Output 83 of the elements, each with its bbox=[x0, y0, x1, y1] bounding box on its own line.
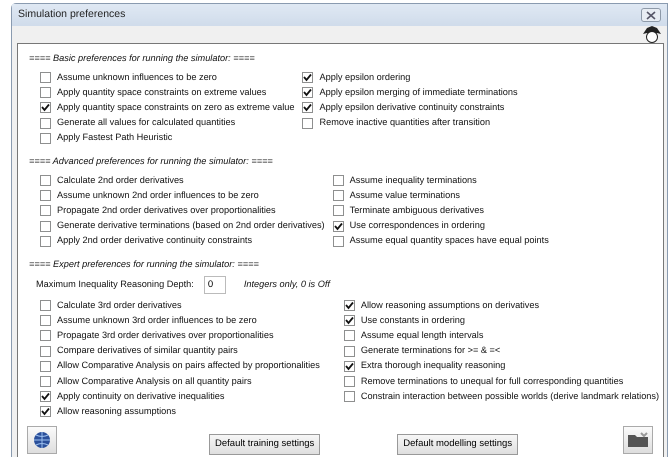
checkbox[interactable] bbox=[40, 346, 51, 357]
checkbox-label[interactable]: Assume inequality terminations bbox=[350, 174, 477, 188]
checkbox[interactable] bbox=[40, 376, 51, 387]
checkbox[interactable] bbox=[40, 72, 51, 84]
checkbox-label[interactable]: Assume equal length intervals bbox=[360, 328, 484, 343]
checkbox[interactable] bbox=[302, 118, 314, 129]
checkbox[interactable] bbox=[40, 87, 51, 98]
checkbox-label[interactable]: Remove inactive quantities after transition bbox=[319, 116, 490, 130]
checkbox-label[interactable]: Propagate 3rd order derivatives over proportionalities bbox=[57, 328, 274, 343]
folder-icon bbox=[627, 432, 649, 448]
checkbox-label[interactable]: Apply quantity space constraints on zero as extreme value bbox=[57, 101, 294, 115]
checkbox-label[interactable]: Extra thorough inequality reasoning bbox=[360, 359, 506, 374]
checkbox[interactable] bbox=[332, 175, 344, 186]
checkbox-label[interactable]: Allow Comparative Analysis on pairs affected by proportionalities bbox=[57, 359, 320, 374]
checkbox[interactable] bbox=[40, 391, 51, 402]
checkbox-label[interactable]: Constrain interaction between possible worlds (derive landmark relations) bbox=[360, 390, 660, 404]
checkbox-label[interactable]: Allow reasoning assumptions on derivatives bbox=[360, 298, 540, 312]
checkbox[interactable] bbox=[40, 360, 51, 372]
checkbox[interactable] bbox=[332, 236, 344, 247]
checkbox[interactable] bbox=[40, 406, 51, 418]
checkbox[interactable] bbox=[332, 190, 344, 202]
checkbox-label[interactable]: Assume unknown 3rd order influences to be zero bbox=[57, 314, 257, 328]
checkbox-label[interactable]: Terminate ambiguous derivatives bbox=[350, 204, 484, 218]
section-heading: ==== Expert preferences for running the simulator: ==== bbox=[29, 258, 260, 271]
checkbox[interactable] bbox=[344, 315, 355, 326]
checkbox[interactable] bbox=[344, 360, 355, 372]
globe-icon bbox=[33, 431, 51, 450]
checkbox[interactable] bbox=[344, 391, 355, 402]
folder-button[interactable] bbox=[623, 426, 653, 454]
checkbox[interactable] bbox=[332, 220, 344, 232]
field-label: Maximum Inequality Reasoning Depth: bbox=[36, 278, 194, 291]
checkbox-label[interactable]: Use correspondences in ordering bbox=[350, 219, 485, 233]
close-icon bbox=[646, 10, 656, 20]
checkbox[interactable] bbox=[40, 102, 51, 114]
checkbox[interactable] bbox=[40, 118, 51, 129]
checkbox-label[interactable]: Apply epsilon merging of immediate terminations bbox=[319, 86, 518, 100]
checkbox-label[interactable]: Propagate 2nd order derivatives over proportionalities bbox=[57, 204, 276, 218]
section-heading: ==== Advanced preferences for running the simulator: ==== bbox=[29, 154, 274, 168]
checkbox[interactable] bbox=[344, 376, 355, 387]
checkbox-label[interactable]: Apply 2nd order derivative continuity constraints bbox=[57, 234, 252, 248]
checkbox-label[interactable]: Allow Comparative Analysis on all quantity pairs bbox=[57, 374, 252, 388]
checkbox[interactable] bbox=[40, 132, 51, 144]
checkbox[interactable] bbox=[40, 236, 51, 247]
checkbox-label[interactable]: Remove terminations to unequal for full corresponding quantities bbox=[360, 374, 624, 388]
checkbox[interactable] bbox=[344, 330, 355, 342]
checkbox[interactable] bbox=[302, 72, 314, 84]
checkbox-label[interactable]: Generate terminations for >= & =< bbox=[360, 344, 500, 358]
checkbox-label[interactable]: Compare derivatives of similar quantity pairs bbox=[57, 344, 238, 358]
section-heading: ==== Basic preferences for running the simulator: ==== bbox=[29, 52, 256, 65]
checkbox-label[interactable]: Apply epsilon ordering bbox=[319, 70, 410, 84]
checkbox-label[interactable]: Apply epsilon derivative continuity constraints bbox=[319, 101, 504, 115]
checkbox-label[interactable]: Apply Fastest Path Heuristic bbox=[57, 131, 172, 146]
checkbox[interactable] bbox=[302, 87, 314, 98]
checkbox[interactable] bbox=[40, 220, 51, 232]
checkbox[interactable] bbox=[40, 175, 51, 186]
checkbox-label[interactable]: Assume value terminations bbox=[350, 188, 460, 203]
checkbox-label[interactable]: Generate all values for calculated quantities bbox=[57, 116, 236, 130]
checkbox-label[interactable]: Calculate 2nd order derivatives bbox=[57, 174, 184, 188]
checkbox-label[interactable]: Generate derivative terminations (based on 2nd order derivatives) bbox=[57, 219, 325, 233]
checkbox[interactable] bbox=[344, 346, 355, 357]
checkbox[interactable] bbox=[40, 315, 51, 326]
checkbox-label[interactable]: Allow reasoning assumptions bbox=[57, 404, 176, 419]
globe-button[interactable] bbox=[27, 426, 57, 454]
input-field[interactable]: 0 bbox=[204, 276, 226, 294]
checkbox-label[interactable]: Assume unknown influences to be zero bbox=[57, 70, 217, 84]
checkbox[interactable] bbox=[332, 205, 344, 216]
checkbox[interactable] bbox=[40, 300, 51, 311]
checkbox[interactable] bbox=[302, 102, 314, 114]
checkbox-label[interactable]: Apply continuity on derivative inequalities bbox=[57, 390, 225, 404]
default-settings-button[interactable]: Default modelling settings bbox=[397, 434, 518, 454]
checkbox[interactable] bbox=[40, 330, 51, 342]
checkbox-label[interactable]: Assume equal quantity spaces have equal points bbox=[350, 234, 549, 248]
close-button[interactable] bbox=[641, 8, 661, 22]
checkbox[interactable] bbox=[40, 190, 51, 202]
checkbox[interactable] bbox=[344, 300, 355, 311]
hint-text: Integers only, 0 is Off bbox=[244, 278, 330, 291]
checkbox[interactable] bbox=[40, 205, 51, 216]
checkbox-label[interactable]: Assume unknown 2nd order influences to be zero bbox=[57, 188, 259, 203]
checkbox-label[interactable]: Calculate 3rd order derivatives bbox=[57, 298, 182, 312]
checkbox-label[interactable]: Apply quantity space constraints on extreme values bbox=[57, 86, 266, 100]
default-settings-button[interactable]: Default training settings bbox=[209, 434, 320, 454]
window-title: Simulation preferences bbox=[18, 7, 126, 22]
checkbox-label[interactable]: Use constants in ordering bbox=[360, 314, 466, 328]
